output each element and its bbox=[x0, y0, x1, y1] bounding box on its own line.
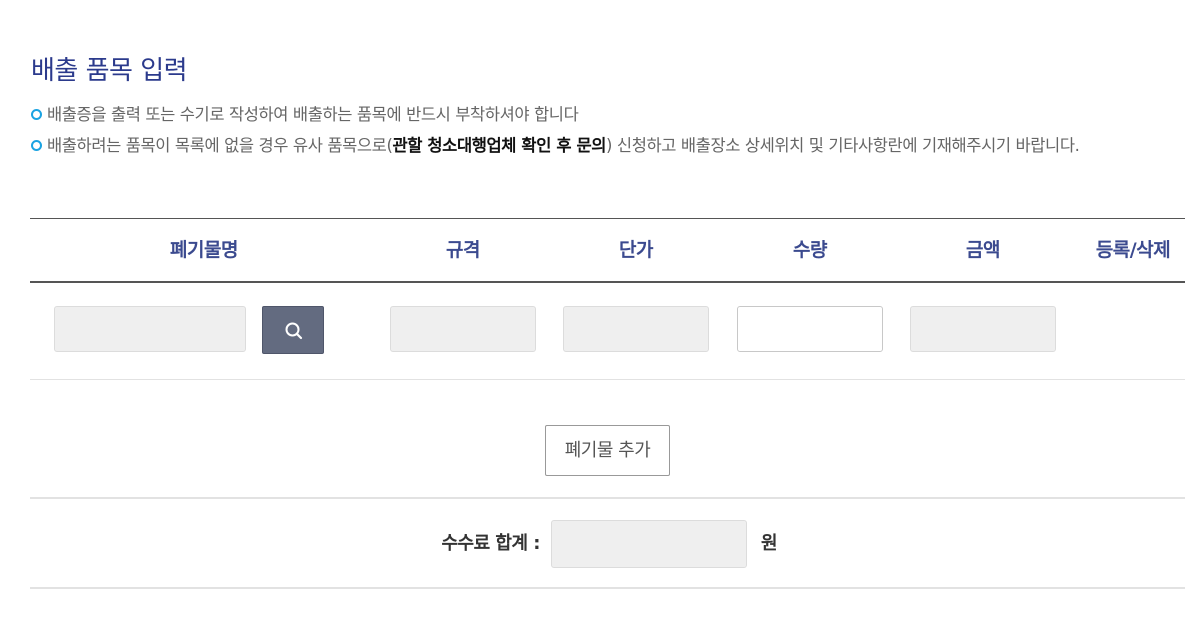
amount-field[interactable] bbox=[910, 306, 1056, 352]
add-area: 폐기물 추가 bbox=[30, 380, 1185, 499]
currency-unit: 원 bbox=[761, 533, 778, 554]
header-quantity: 수량 bbox=[793, 239, 827, 261]
table-row bbox=[30, 283, 1185, 380]
quantity-field[interactable] bbox=[737, 306, 883, 352]
add-waste-button[interactable]: 폐기물 추가 bbox=[545, 425, 670, 476]
notice-item: 배출하려는 품목이 목록에 없을 경우 유사 품목으로(관할 청소대행업체 확인… bbox=[31, 133, 1191, 159]
total-fee-label: 수수료 합계 : bbox=[441, 533, 540, 554]
unit-price-field[interactable] bbox=[563, 306, 709, 352]
notice-item: 배출증을 출력 또는 수기로 작성하여 배출하는 품목에 반드시 부착하셔야 합… bbox=[31, 102, 1191, 128]
waste-name-field[interactable] bbox=[54, 306, 246, 352]
search-icon bbox=[285, 322, 303, 340]
circle-bullet-icon bbox=[31, 109, 42, 120]
header-amount: 금액 bbox=[966, 239, 1000, 261]
page-title: 배출 품목 입력 bbox=[31, 56, 188, 86]
header-waste-name: 폐기물명 bbox=[170, 239, 238, 261]
notice-text: 배출증을 출력 또는 수기로 작성하여 배출하는 품목에 반드시 부착하셔야 합… bbox=[47, 105, 579, 124]
total-fee-field[interactable] bbox=[551, 520, 747, 568]
waste-item-table: 폐기물명 규격 단가 수량 금액 등록/삭제 폐기물 추가 수수료 합계 : 원 bbox=[30, 218, 1185, 589]
header-unit-price: 단가 bbox=[619, 239, 653, 261]
total-area: 수수료 합계 : 원 bbox=[30, 499, 1185, 589]
notice-text-after: ) 신청하고 배출장소 상세위치 및 기타사항란에 기재해주시기 바랍니다. bbox=[606, 136, 1080, 155]
header-register-delete: 등록/삭제 bbox=[1095, 239, 1171, 261]
notice-text-bold: 관할 청소대행업체 확인 후 문의 bbox=[392, 136, 607, 155]
search-button[interactable] bbox=[262, 306, 324, 354]
header-spec: 규격 bbox=[446, 239, 480, 261]
notice-list: 배출증을 출력 또는 수기로 작성하여 배출하는 품목에 반드시 부착하셔야 합… bbox=[31, 102, 1191, 164]
notice-text-before: 배출하려는 품목이 목록에 없을 경우 유사 품목으로( bbox=[47, 136, 393, 155]
table-header: 폐기물명 규격 단가 수량 금액 등록/삭제 bbox=[30, 218, 1185, 283]
circle-bullet-icon bbox=[31, 140, 42, 151]
spec-field[interactable] bbox=[390, 306, 536, 352]
